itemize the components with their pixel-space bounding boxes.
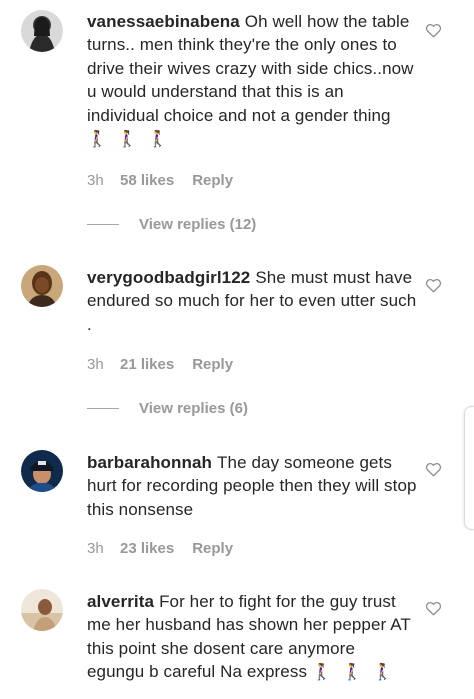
- scrollbar-handle[interactable]: [464, 406, 474, 530]
- replies-divider-line: [87, 223, 119, 225]
- reply-button[interactable]: Reply: [192, 540, 233, 557]
- like-count[interactable]: 58 likes: [120, 172, 174, 189]
- comment-username[interactable]: barbarahonnah: [87, 453, 212, 472]
- comment-time: 3h: [87, 355, 104, 373]
- comment-time: 3h: [87, 539, 104, 557]
- heart-outline-icon[interactable]: [425, 600, 442, 616]
- heart-outline-icon[interactable]: [425, 277, 442, 293]
- woman-walking-emoji: 🚶‍♀️ 🚶‍♀️ 🚶‍♀️: [87, 131, 171, 149]
- view-replies-button[interactable]: View replies (6): [87, 398, 248, 418]
- comment-body: vanessaebinabena Oh well how the table tu…: [87, 10, 417, 151]
- comment-username[interactable]: verygoodbadgirl122: [87, 268, 250, 287]
- comment-username[interactable]: alverrita: [87, 592, 154, 611]
- view-replies-label[interactable]: View replies (12): [139, 216, 256, 233]
- replies-divider-line: [87, 407, 119, 409]
- heart-outline-icon[interactable]: [425, 22, 442, 38]
- heart-outline-icon[interactable]: [425, 461, 442, 477]
- like-count[interactable]: 23 likes: [120, 540, 174, 557]
- comment-meta: 3h 58 likes Reply: [87, 170, 233, 190]
- avatar[interactable]: [21, 450, 63, 492]
- comment-meta: 3h 21 likes Reply: [87, 354, 233, 374]
- view-replies-label[interactable]: View replies (6): [139, 400, 248, 417]
- comment-time: 3h: [87, 171, 104, 189]
- avatar[interactable]: [21, 10, 63, 52]
- like-count[interactable]: 21 likes: [120, 356, 174, 373]
- reply-button[interactable]: Reply: [192, 172, 233, 189]
- comment-body: barbarahonnah The day someone gets hurt f…: [87, 451, 417, 521]
- avatar[interactable]: [21, 265, 63, 307]
- comment-body: verygoodbadgirl122 She must must have end…: [87, 266, 417, 336]
- comments-screen: vanessaebinabena Oh well how the table tu…: [0, 0, 474, 699]
- view-replies-button[interactable]: View replies (12): [87, 214, 256, 234]
- comment-body: alverrita For her to fight for the guy tr…: [87, 590, 417, 685]
- reply-button[interactable]: Reply: [192, 356, 233, 373]
- comment-meta: 3h 23 likes Reply: [87, 538, 233, 558]
- avatar[interactable]: [21, 589, 63, 631]
- comment-username[interactable]: vanessaebinabena: [87, 12, 240, 31]
- woman-walking-emoji: 🚶‍♀️ 🚶‍♀️ 🚶‍♀️: [311, 664, 396, 682]
